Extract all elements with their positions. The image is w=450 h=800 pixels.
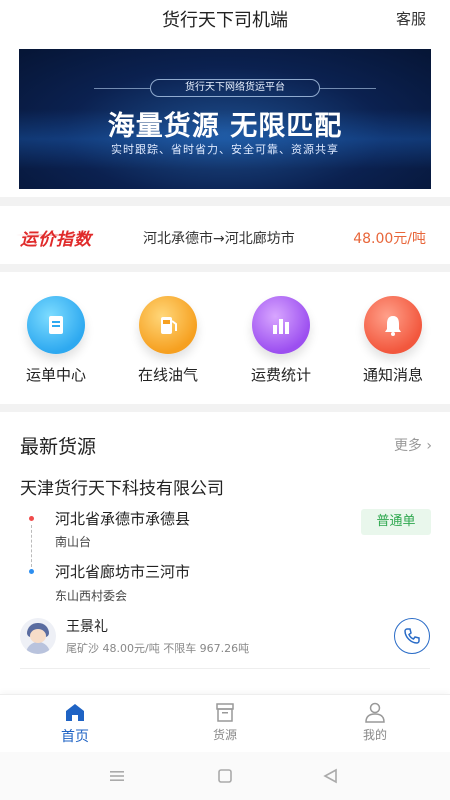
chevron-right-icon: › [426,438,432,454]
function-grid: 运单中心 在线油气 运费统计 通知消息 [0,272,450,404]
latest-cargo-section: 最新货源 更多 › 天津货行天下科技有限公司 河北省承德市承德县 南山台 河北省… [0,412,450,694]
app-header: 货行天下司机端 客服 [0,0,450,38]
back-key-icon[interactable] [322,768,340,784]
destination-detail: 东山西村委会 [55,589,128,603]
tab-cargo[interactable]: 货源 [185,701,265,743]
company-name[interactable]: 天津货行天下科技有限公司 [20,474,224,499]
origin-dot-icon [29,516,34,521]
origin-address: 河北省承德市承德县 [55,510,191,528]
banner-decor-line [94,88,150,89]
home-key-icon[interactable] [216,768,234,784]
promo-banner[interactable]: 货行天下网络货运平台 海量货源 无限匹配 实时跟踪、省时省力、安全可靠、资源共享 [19,49,431,189]
system-navigation-bar [0,752,450,800]
divider [20,668,430,669]
fuel-pump-icon [139,296,197,354]
notifications-button[interactable]: 通知消息 [343,296,443,385]
section-divider [0,264,450,272]
destination-address: 河北省廊坊市三河市 [55,563,191,581]
bar-chart-icon [252,296,310,354]
destination-dot-icon [29,569,34,574]
route-connector [31,525,32,567]
order-type-badge: 普通单 [361,509,431,535]
bottom-nav: 首页 货源 我的 [0,694,450,752]
freight-index-logo: 运价指数 [16,225,96,250]
tab-label: 货源 [212,728,237,742]
cargo-detail: 尾矿沙 48.00元/吨 不限车 967.26吨 [66,642,250,655]
freight-route: 河北承德市→河北廊坊市 [143,231,295,247]
more-link[interactable]: 更多 › [394,435,432,455]
origin-detail: 南山台 [55,535,92,549]
tab-home[interactable]: 首页 [35,701,115,746]
home-icon [66,704,84,721]
contact-name: 王景礼 [66,619,108,635]
function-label: 通知消息 [362,366,423,384]
online-fuel-button[interactable]: 在线油气 [118,296,218,385]
bell-icon [364,296,422,354]
customer-service-button[interactable]: 客服 [396,8,426,29]
page-title: 货行天下司机端 [162,10,288,31]
phone-icon [404,628,420,644]
user-icon [365,702,385,723]
more-label: 更多 [393,438,422,454]
phone-call-button[interactable] [394,618,430,654]
menu-key-icon[interactable] [108,768,126,784]
tab-label: 首页 [61,729,89,745]
box-icon [216,703,234,722]
app-screen: 货行天下司机端 客服 货行天下网络货运平台 海量货源 无限匹配 实时跟踪、省时省… [0,0,450,800]
tab-label: 我的 [362,728,387,742]
freight-price: 48.00元/吨 [353,231,426,247]
banner-subtitle: 实时跟踪、省时省力、安全可靠、资源共享 [111,143,339,156]
freight-statistics-button[interactable]: 运费统计 [231,296,331,385]
banner-decor-line [320,88,376,89]
banner-headline: 海量货源 无限匹配 [107,111,343,142]
freight-index-bar[interactable]: 运价指数 河北承德市→河北廊坊市 48.00元/吨 [0,206,450,264]
tab-profile[interactable]: 我的 [335,701,415,743]
section-title: 最新货源 [20,436,97,458]
function-label: 在线油气 [137,366,198,384]
avatar [20,618,56,654]
section-divider [0,404,450,412]
section-divider [0,197,450,206]
waybill-center-button[interactable]: 运单中心 [6,296,106,385]
document-icon [27,296,85,354]
function-label: 运费统计 [250,366,311,384]
banner-tag: 货行天下网络货运平台 [150,79,320,97]
function-label: 运单中心 [25,366,86,384]
